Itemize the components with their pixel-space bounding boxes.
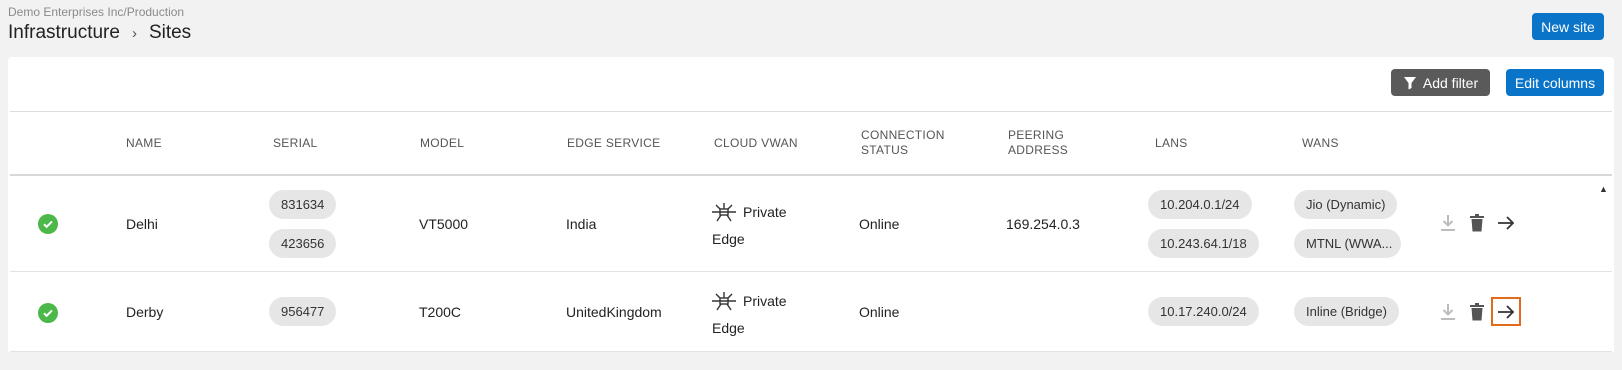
cloud-vwan-label: Private xyxy=(743,293,787,309)
model: VT5000 xyxy=(419,216,469,232)
column-header-connection-status[interactable]: CONNECTION STATUS xyxy=(861,128,945,158)
lan-pill: 10.17.240.0/24 xyxy=(1148,297,1259,326)
check-circle-icon xyxy=(38,303,58,323)
filter-icon xyxy=(1403,76,1416,89)
add-filter-button[interactable]: Add filter xyxy=(1391,69,1490,96)
column-header-peering-line1: PEERING xyxy=(1008,128,1065,142)
org-path: Demo Enterprises Inc/Production xyxy=(8,5,185,19)
serial-pill: 423656 xyxy=(269,229,337,258)
row-divider xyxy=(10,271,1612,272)
column-header-edge-service[interactable]: EDGE SERVICE xyxy=(567,136,660,151)
arrow-right-icon[interactable] xyxy=(1491,297,1521,326)
edge-service: UnitedKingdom xyxy=(566,304,662,320)
wan-pill: Inline (Bridge) xyxy=(1294,297,1399,326)
wan-pill: Jio (Dynamic) xyxy=(1294,190,1398,219)
scroll-up-arrow-icon[interactable]: ▲ xyxy=(1599,184,1608,194)
connection-status: Online xyxy=(859,216,900,232)
cloud-vwan-label-cont: Edge xyxy=(712,231,745,247)
column-header-cloud-vwan[interactable]: CLOUD VWAN xyxy=(714,136,798,151)
header-divider xyxy=(10,174,1612,176)
serial-pill: 956477 xyxy=(269,297,337,326)
page-bottom xyxy=(0,352,1622,370)
site-name[interactable]: Derby xyxy=(126,304,163,320)
satellite-icon xyxy=(712,292,736,311)
download-icon[interactable] xyxy=(1438,301,1458,323)
connection-status: Online xyxy=(859,304,900,320)
edge-service: India xyxy=(566,216,597,232)
column-header-lans[interactable]: LANS xyxy=(1155,136,1188,151)
model: T200C xyxy=(419,304,462,320)
edit-columns-button[interactable]: Edit columns xyxy=(1506,69,1604,96)
cloud-vwan-label-cont: Edge xyxy=(712,320,745,336)
wan-pill: MTNL (WWA... xyxy=(1294,229,1401,258)
breadcrumb-infrastructure[interactable]: Infrastructure xyxy=(8,22,120,44)
column-header-connection-line2: STATUS xyxy=(861,143,909,157)
breadcrumb: Infrastructure › Sites xyxy=(8,22,191,44)
lan-pill: 10.243.64.1/18 xyxy=(1148,229,1259,258)
trash-icon[interactable] xyxy=(1467,212,1487,234)
trash-icon[interactable] xyxy=(1467,301,1487,323)
download-icon[interactable] xyxy=(1438,212,1458,234)
lan-pill: 10.204.0.1/24 xyxy=(1148,190,1252,219)
check-circle-icon xyxy=(38,214,58,234)
column-header-serial[interactable]: SERIAL xyxy=(273,136,318,151)
satellite-icon xyxy=(712,203,736,222)
column-header-name[interactable]: NAME xyxy=(126,136,162,151)
divider xyxy=(10,111,1612,112)
new-site-button[interactable]: New site xyxy=(1532,13,1604,40)
column-header-wans[interactable]: WANS xyxy=(1302,136,1339,151)
arrow-right-icon[interactable] xyxy=(1496,212,1516,234)
serial-pill: 831634 xyxy=(269,190,337,219)
cloud-vwan-label: Private xyxy=(743,204,787,220)
add-filter-label: Add filter xyxy=(1422,74,1479,91)
column-header-peering-address[interactable]: PEERING ADDRESS xyxy=(1008,128,1068,158)
breadcrumb-separator: › xyxy=(131,24,137,42)
column-header-peering-line2: ADDRESS xyxy=(1008,143,1069,157)
column-header-model[interactable]: MODEL xyxy=(420,136,464,151)
column-header-connection-line1: CONNECTION xyxy=(861,128,945,142)
peering-address: 169.254.0.3 xyxy=(1006,216,1080,232)
site-name[interactable]: Delhi xyxy=(126,216,158,232)
page-title: Sites xyxy=(148,22,192,43)
